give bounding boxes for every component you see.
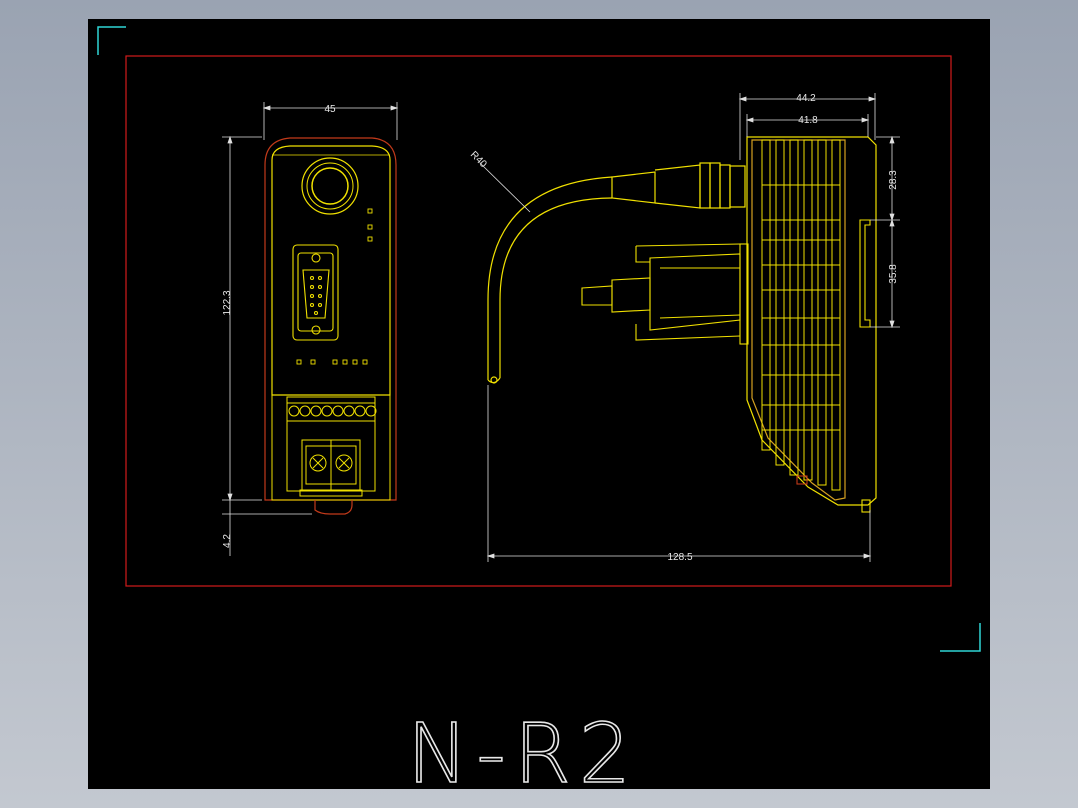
side-right-upper-dim: 28.3 [888, 170, 899, 190]
front-height-dim: 122.3 [222, 290, 233, 315]
side-top-inner-dim: 41.8 [798, 115, 818, 126]
side-right-lower-dim: 35.8 [888, 264, 899, 284]
front-width-dim: 45 [324, 104, 336, 115]
drawing-canvas [88, 19, 990, 789]
side-bottom-dim: 128.5 [667, 552, 692, 563]
side-top-outer-dim: 44.2 [796, 93, 816, 104]
drawing-title: N-R2 [407, 707, 639, 802]
cad-drawing: 45 122.3 4.2 R40 44.2 41.8 28.3 35.8 128… [88, 19, 990, 803]
front-bottom-dim: 4.2 [222, 534, 233, 548]
